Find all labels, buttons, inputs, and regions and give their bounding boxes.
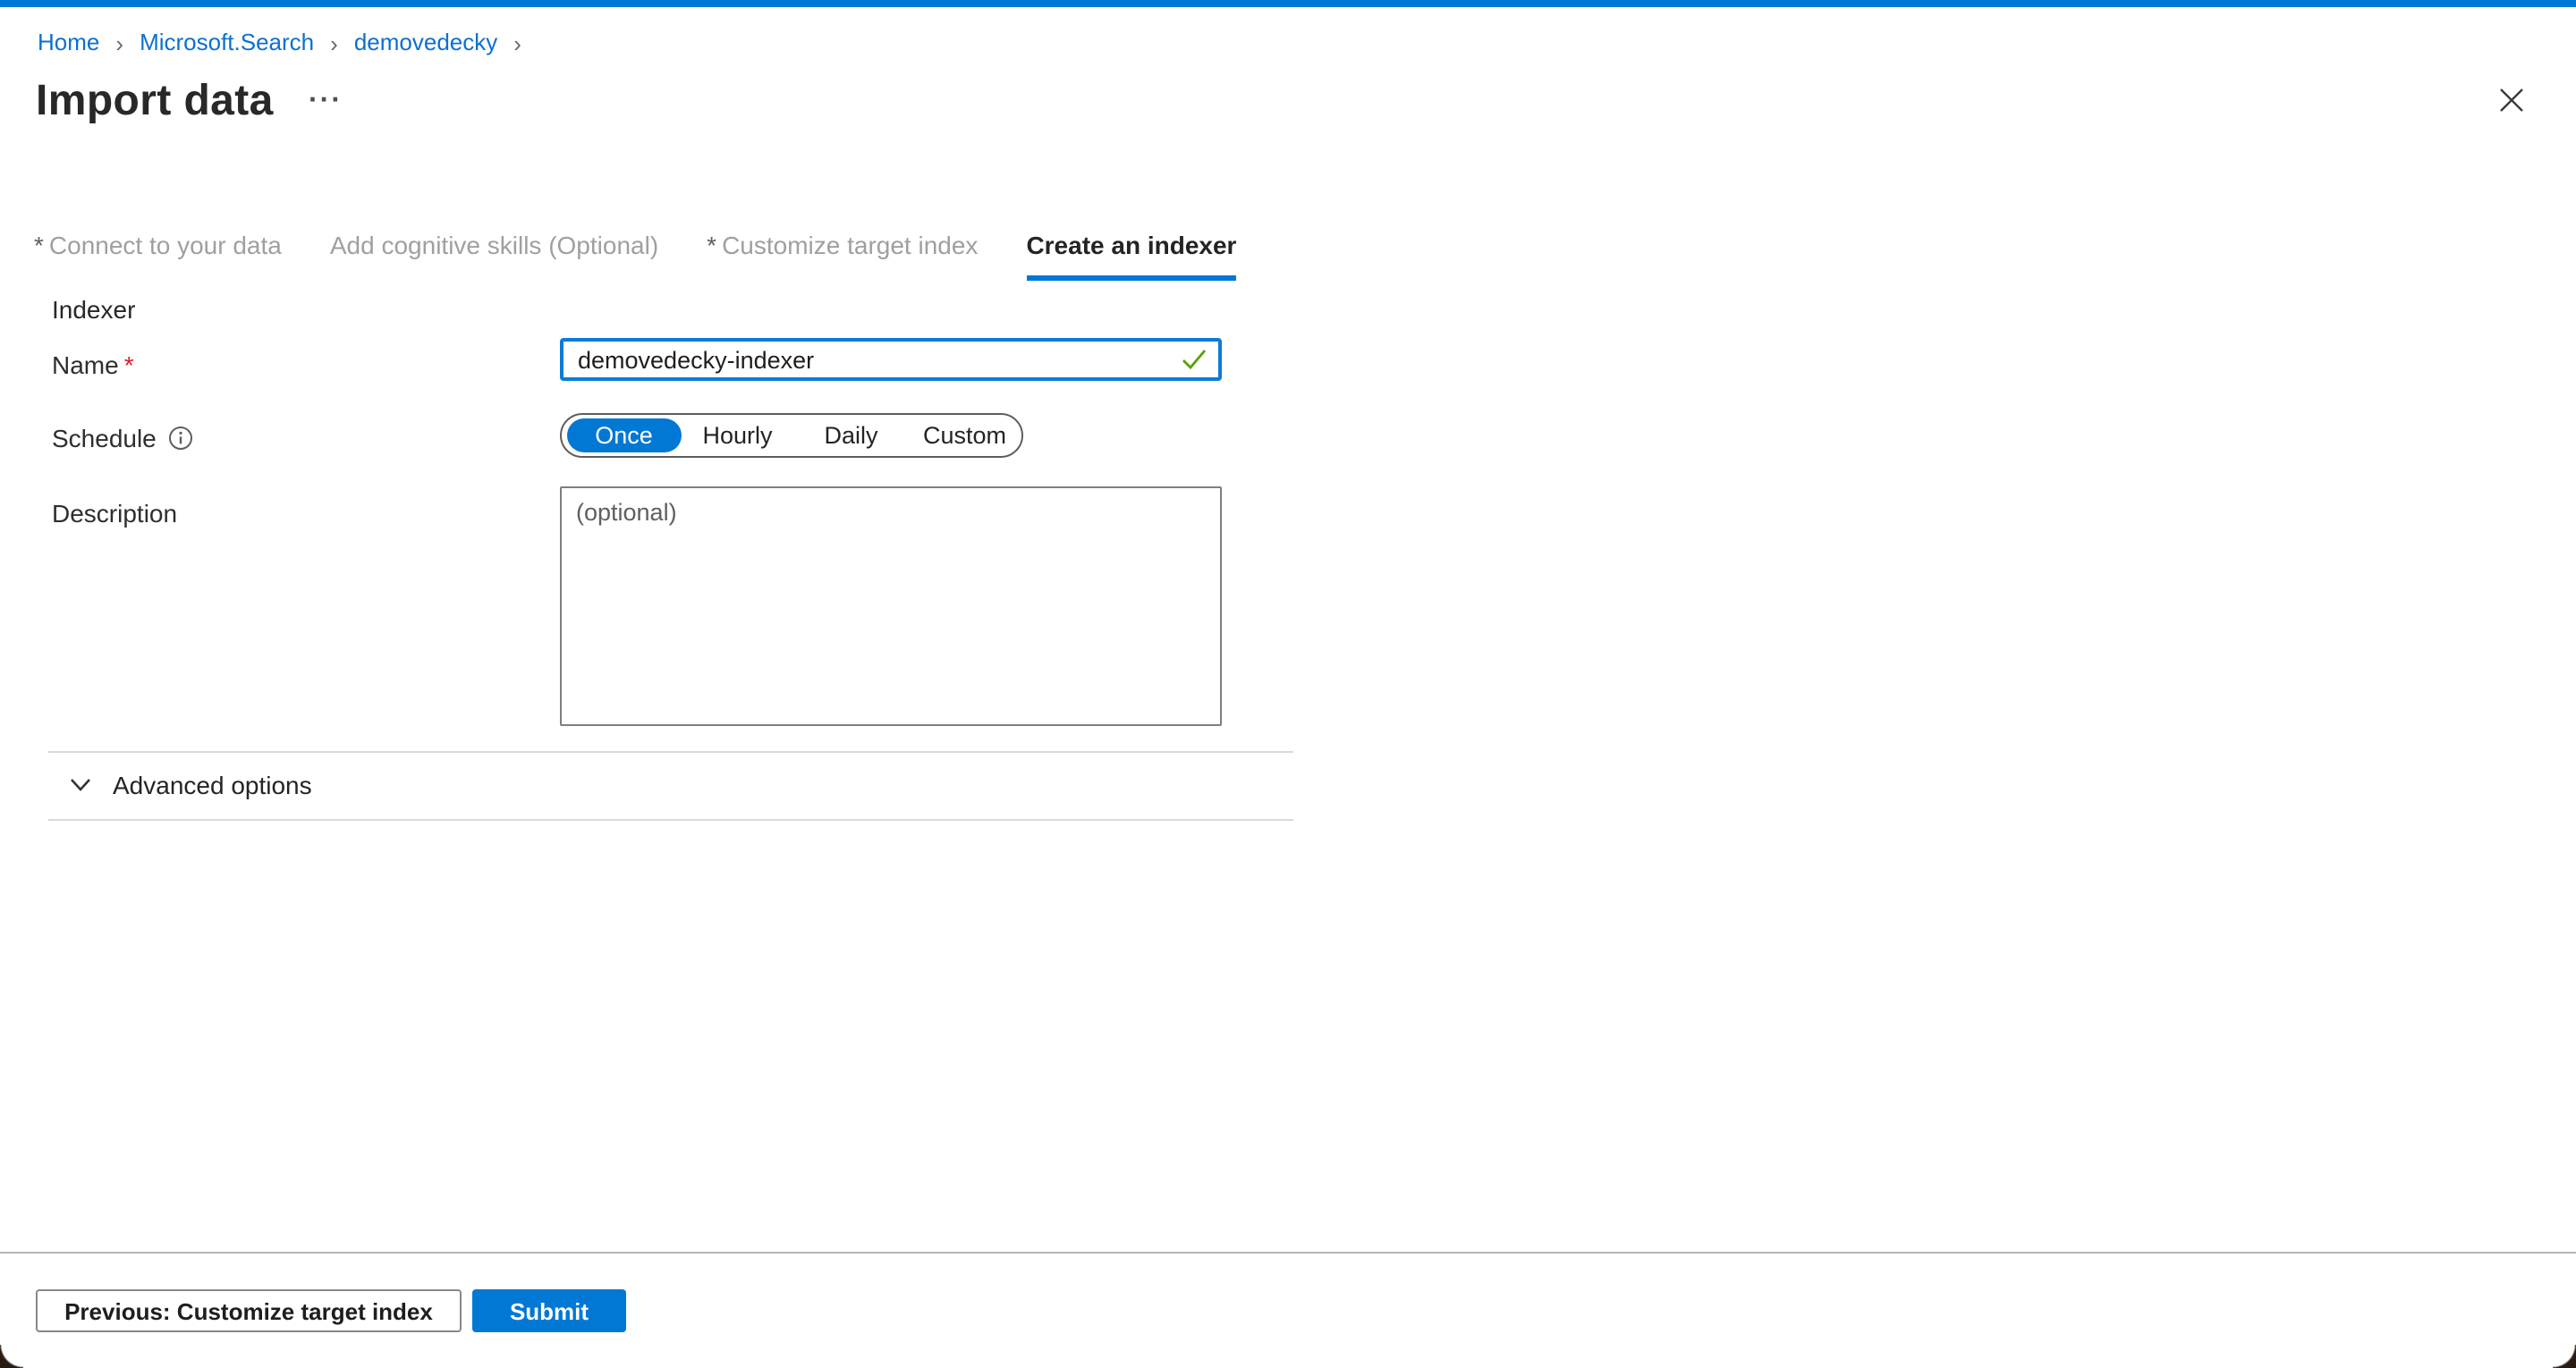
tab-customize-target-index[interactable]: * Customize target index: [707, 231, 978, 281]
tab-create-an-indexer[interactable]: Create an indexer: [1026, 231, 1236, 281]
divider: [48, 751, 1293, 753]
divider: [48, 819, 1293, 821]
name-input-wrap: [560, 338, 1222, 381]
tab-required-marker: *: [707, 231, 716, 259]
screen-corner: [0, 1345, 23, 1368]
tab-label: Connect to your data: [49, 231, 282, 259]
tab-label: Create an indexer: [1026, 231, 1236, 259]
tab-add-cognitive-skills[interactable]: Add cognitive skills (Optional): [330, 231, 658, 281]
description-textarea[interactable]: [560, 486, 1222, 726]
schedule-toggle-group: Once Hourly Daily Custom: [560, 413, 1023, 458]
previous-step-button[interactable]: Previous: Customize target index: [36, 1289, 462, 1332]
breadcrumb-home-link[interactable]: Home: [38, 29, 99, 55]
breadcrumb-separator-icon: ›: [513, 30, 521, 55]
schedule-option-hourly[interactable]: Hourly: [681, 415, 794, 456]
breadcrumb: Home › Microsoft.Search › demovedecky ›: [38, 29, 521, 55]
indexer-section-label: Indexer: [52, 295, 135, 324]
name-field-label: Name*: [52, 350, 134, 379]
description-field-label: Description: [52, 499, 177, 528]
indexer-name-input[interactable]: [560, 338, 1222, 381]
close-icon: [2499, 88, 2524, 113]
breadcrumb-microsoft-search-link[interactable]: Microsoft.Search: [140, 29, 314, 55]
valid-checkmark-icon: [1179, 345, 1209, 383]
page-title: Import data: [36, 77, 274, 127]
tab-label: Customize target index: [722, 231, 978, 259]
name-label-text: Name: [52, 350, 119, 379]
breadcrumb-separator-icon: ›: [330, 30, 338, 55]
screen-corner: [2553, 1345, 2576, 1368]
breadcrumb-demovedecky-link[interactable]: demovedecky: [354, 29, 497, 55]
tab-required-marker: *: [34, 231, 44, 259]
required-asterisk: *: [119, 350, 134, 379]
tab-connect-to-your-data[interactable]: * Connect to your data: [34, 231, 282, 281]
chevron-down-icon: [70, 778, 91, 792]
close-button[interactable]: [2490, 79, 2533, 122]
schedule-option-custom[interactable]: Custom: [908, 415, 1021, 456]
footer-divider: [0, 1252, 2576, 1254]
wizard-tabs: * Connect to your data Add cognitive ski…: [34, 231, 1236, 281]
submit-button[interactable]: Submit: [472, 1289, 626, 1332]
top-accent-bar: [0, 0, 2576, 7]
more-options-button[interactable]: ···: [302, 79, 349, 125]
breadcrumb-separator-icon: ›: [115, 30, 123, 55]
advanced-options-toggle[interactable]: Advanced options: [70, 771, 312, 799]
import-data-page: Home › Microsoft.Search › demovedecky › …: [0, 0, 2576, 1368]
schedule-field-label: Schedule: [52, 424, 194, 452]
advanced-options-label: Advanced options: [113, 771, 312, 799]
tab-label: Add cognitive skills (Optional): [330, 231, 658, 259]
schedule-option-daily[interactable]: Daily: [794, 415, 908, 456]
schedule-label-text: Schedule: [52, 424, 157, 452]
schedule-option-once[interactable]: Once: [567, 418, 681, 452]
info-icon[interactable]: [169, 426, 194, 451]
